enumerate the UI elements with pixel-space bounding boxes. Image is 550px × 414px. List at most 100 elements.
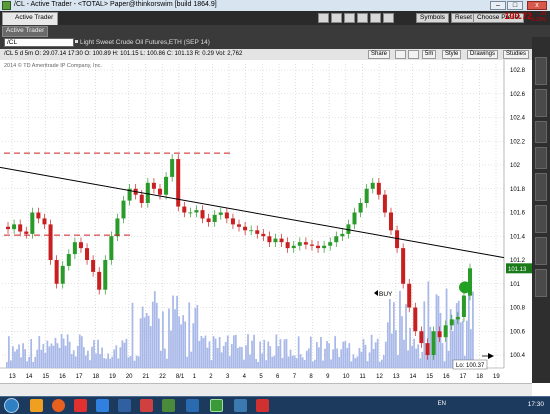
system-clock[interactable]: 17:30	[528, 401, 544, 408]
volume-bar	[18, 344, 20, 368]
x-tick-label: 10	[343, 374, 350, 380]
sidebar-tab-2[interactable]	[535, 89, 547, 117]
volume-bar	[241, 347, 243, 368]
layout-icon[interactable]	[344, 13, 355, 23]
studies-button[interactable]: Studies	[503, 50, 530, 59]
start-button[interactable]	[4, 398, 19, 413]
candle-body	[285, 242, 290, 249]
firefox-icon[interactable]	[52, 399, 65, 412]
drawings-button[interactable]: Drawings	[467, 50, 499, 59]
symbol-dropdown-icon[interactable]	[75, 40, 78, 43]
candle-body	[401, 248, 406, 284]
volume-bar	[388, 299, 391, 368]
language-indicator[interactable]: EN	[438, 401, 446, 407]
y-tick-label: 101.6	[510, 211, 526, 217]
candle-body	[78, 242, 83, 249]
link-icon[interactable]	[370, 13, 381, 23]
crosshair-icon[interactable]	[395, 50, 406, 59]
timeframe-button[interactable]: 5m	[422, 50, 437, 59]
volume-bar	[72, 350, 75, 368]
grid-icon[interactable]	[331, 13, 342, 23]
style-button[interactable]: Style	[442, 50, 462, 59]
app-icon-1[interactable]	[74, 399, 87, 412]
volume-bar	[135, 355, 138, 368]
sidebar-tab-4[interactable]	[535, 147, 547, 169]
candle-body	[224, 212, 229, 219]
chart-info: /CL 5 d 5m O: 29.07.14 17:30 O: 100.89 H…	[4, 51, 243, 57]
x-tick-label: 22	[159, 374, 166, 380]
explorer-icon[interactable]	[30, 399, 43, 412]
volume-bar	[303, 360, 306, 368]
sidebar-tab-3[interactable]	[535, 121, 547, 143]
candle-body	[243, 226, 248, 231]
close-button[interactable]: x	[527, 1, 547, 10]
chart-status-bar	[0, 383, 532, 397]
volume-bar	[157, 318, 160, 368]
volume-bar	[180, 324, 182, 368]
symbol-input[interactable]: /CL	[4, 38, 74, 47]
volume-bar	[354, 358, 357, 368]
candle-body	[72, 242, 77, 255]
app-icon-2[interactable]	[96, 399, 109, 412]
price-chart[interactable]: 102.8 102.6 102.4 102.2 102 101.8 101.6 101.4 10…	[0, 60, 532, 383]
chart-canvas[interactable]: 102.8102.6102.4102.2102101.8101.6101.410…	[0, 60, 532, 383]
volume-bar	[168, 308, 170, 368]
volume-bar	[230, 344, 233, 368]
app-icon-3[interactable]	[118, 399, 131, 412]
volume-bar	[352, 354, 355, 368]
candle-body	[309, 244, 314, 246]
volume-bar	[139, 318, 142, 368]
sidebar-tab-5[interactable]	[535, 173, 547, 201]
symbol-description: Light Sweet Crude Oil Futures,ETH (SEP 1…	[80, 39, 210, 46]
app-icon-5[interactable]	[162, 399, 175, 412]
panel-tab[interactable]: Active Trader	[2, 26, 49, 37]
candle-body	[279, 238, 284, 243]
app-icon-6[interactable]	[186, 399, 199, 412]
volume-bar	[413, 338, 416, 368]
app-icon-4[interactable]	[140, 399, 153, 412]
volume-bar	[269, 346, 272, 368]
x-tick-label: 13	[9, 374, 16, 380]
volume-bar	[224, 341, 227, 368]
volume-bar	[421, 351, 424, 368]
candle-body	[139, 194, 144, 203]
candle-body	[413, 307, 418, 332]
app-icon-8[interactable]	[256, 399, 269, 412]
volume-bar	[91, 346, 93, 368]
volume-bar	[127, 357, 130, 368]
volume-bar	[178, 316, 180, 368]
flex-grid-icon[interactable]	[357, 13, 368, 23]
settings-icon[interactable]	[383, 13, 394, 23]
sidebar-tab-8[interactable]	[535, 269, 547, 297]
volume-bar	[143, 317, 146, 368]
gear-icon[interactable]	[318, 13, 329, 23]
candle-body	[218, 212, 223, 215]
volume-bar	[318, 347, 320, 368]
minimize-button[interactable]: –	[490, 1, 506, 10]
volume-bar	[196, 304, 199, 368]
volume-bar	[137, 356, 140, 368]
candle-body	[461, 295, 466, 317]
candle-body	[109, 236, 114, 260]
volume-bar	[123, 342, 126, 368]
volume-bar	[14, 351, 16, 368]
volume-bar	[261, 353, 264, 368]
volume-bar	[285, 338, 288, 368]
volume-bar	[328, 343, 330, 368]
volume-bar	[188, 302, 191, 368]
price-change-percent: -0.26%	[530, 17, 546, 23]
sidebar-tab-6[interactable]	[535, 205, 547, 233]
symbols-button[interactable]: Symbols	[416, 13, 449, 23]
zoom-icon[interactable]	[408, 50, 419, 59]
share-button[interactable]: Share	[368, 50, 391, 59]
volume-bar	[324, 348, 326, 368]
app-icon-7[interactable]	[234, 399, 247, 412]
thinkorswim-taskbar-icon[interactable]	[210, 399, 223, 412]
sidebar-tab-7[interactable]	[535, 237, 547, 265]
active-trader-tab[interactable]: Active Trader	[2, 12, 59, 26]
volume-bar	[210, 360, 213, 368]
sidebar-tab-1[interactable]	[535, 57, 547, 85]
volume-bar	[80, 336, 83, 368]
maximize-button[interactable]: □	[507, 1, 523, 10]
volume-bar	[380, 359, 383, 368]
